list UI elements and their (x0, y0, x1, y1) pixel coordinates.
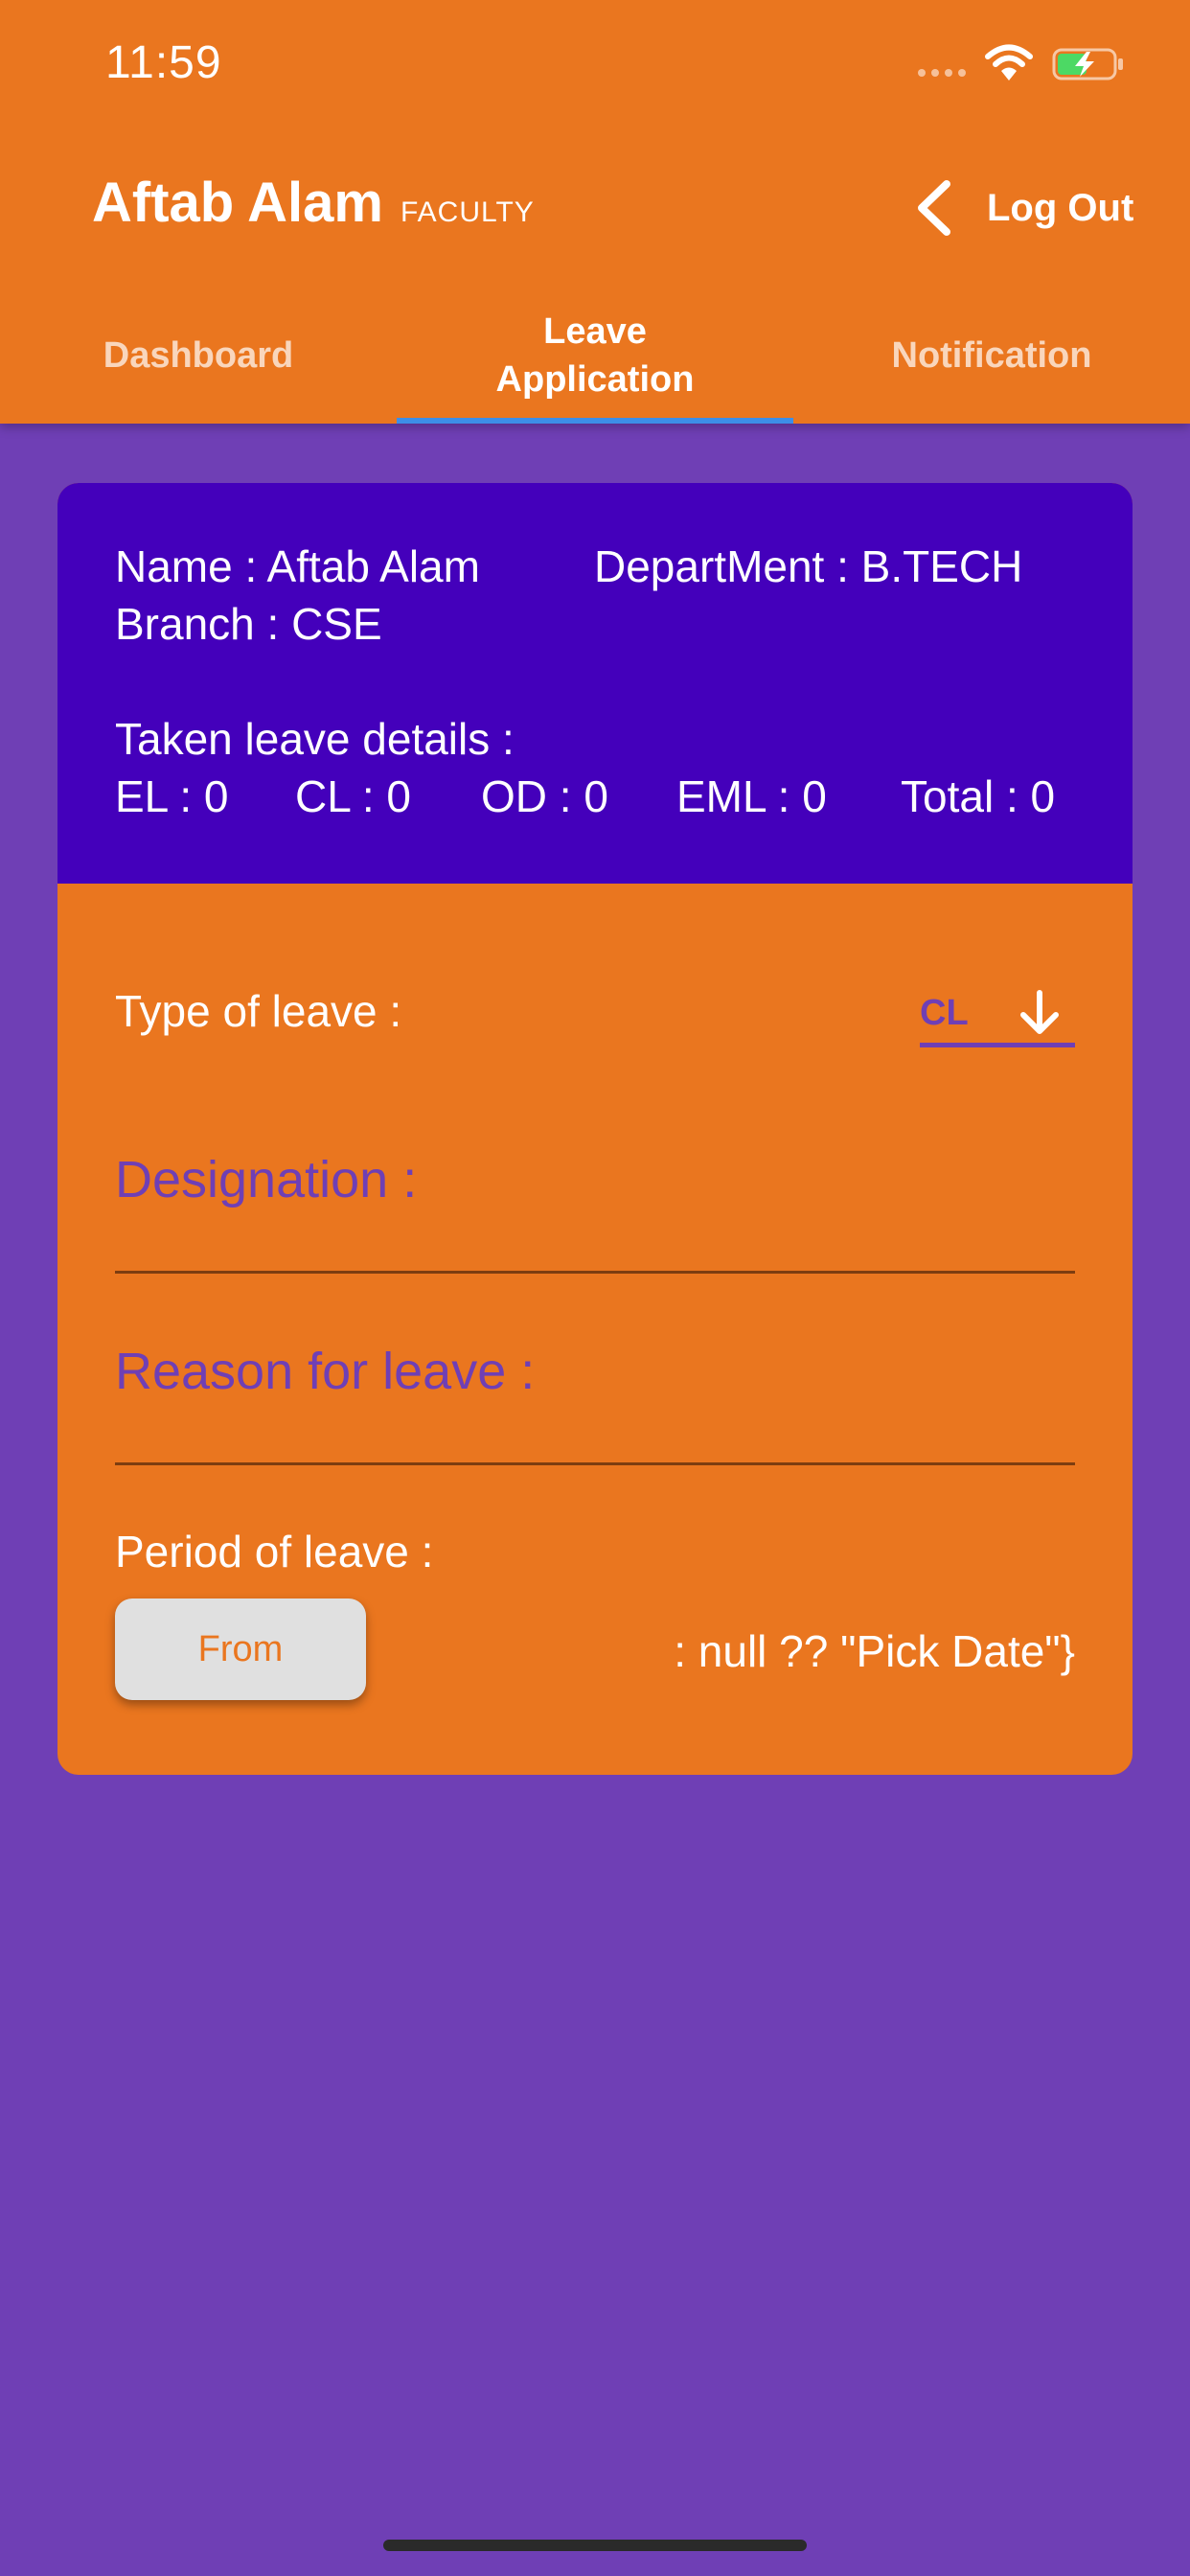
leave-application-card: Name : Aftab Alam DepartMent : B.TECH Br… (57, 483, 1133, 1775)
total-count: Total : 0 (901, 771, 1056, 821)
from-button-label: From (197, 1628, 284, 1669)
designation-field[interactable]: Designation : (115, 1116, 1075, 1274)
profile-name: Name : Aftab Alam (115, 541, 480, 591)
app-bar: 11:59 Aftab Alam FACULTY Log Out Dashboa… (0, 0, 1190, 424)
header-title-row: Aftab Alam FACULTY (92, 171, 535, 235)
reason-for-leave-field[interactable]: Reason for leave : (115, 1309, 1075, 1465)
status-time: 11:59 (105, 37, 222, 88)
tab-leave-application[interactable]: Leave Application (397, 288, 793, 424)
page-title: Aftab Alam (92, 172, 383, 234)
tab-notification-label: Notification (891, 335, 1092, 376)
logout-label: Log Out (987, 186, 1134, 229)
type-of-leave-label: Type of leave : (115, 986, 402, 1036)
active-tab-indicator (397, 418, 793, 424)
leave-type-dropdown[interactable]: CL (920, 979, 1075, 1047)
cellular-signal-icon (918, 69, 966, 77)
logout-button[interactable]: Log Out (912, 178, 1133, 238)
cl-count: CL : 0 (295, 771, 412, 821)
designation-placeholder: Designation : (115, 1151, 418, 1208)
from-date-button[interactable]: From (115, 1598, 366, 1700)
user-role: FACULTY (400, 196, 535, 228)
tab-bar: Dashboard Leave Application Notification (0, 288, 1190, 424)
tab-dashboard-label: Dashboard (103, 335, 294, 376)
el-count: EL : 0 (115, 771, 229, 821)
tab-leave-application-label: Leave Application (495, 311, 695, 400)
chevron-left-icon (918, 180, 950, 236)
reason-placeholder: Reason for leave : (115, 1343, 536, 1400)
tab-notification[interactable]: Notification (793, 288, 1190, 424)
leave-type-value: CL (920, 993, 969, 1033)
profile-branch: Branch : CSE (115, 599, 382, 649)
arrow-down-icon (1020, 990, 1059, 1034)
wifi-icon (985, 44, 1033, 80)
tab-dashboard[interactable]: Dashboard (0, 288, 397, 424)
home-indicator (383, 2540, 807, 2551)
pick-date-text: : null ?? "Pick Date"} (674, 1626, 1075, 1676)
period-of-leave-label: Period of leave : (115, 1527, 434, 1576)
profile-department: DepartMent : B.TECH (594, 541, 1023, 591)
leave-details-title: Taken leave details : (115, 714, 515, 764)
eml-count: EML : 0 (676, 771, 827, 821)
profile-summary: Name : Aftab Alam DepartMent : B.TECH Br… (57, 483, 1133, 884)
od-count: OD : 0 (481, 771, 608, 821)
battery-charging-icon (1052, 48, 1123, 80)
